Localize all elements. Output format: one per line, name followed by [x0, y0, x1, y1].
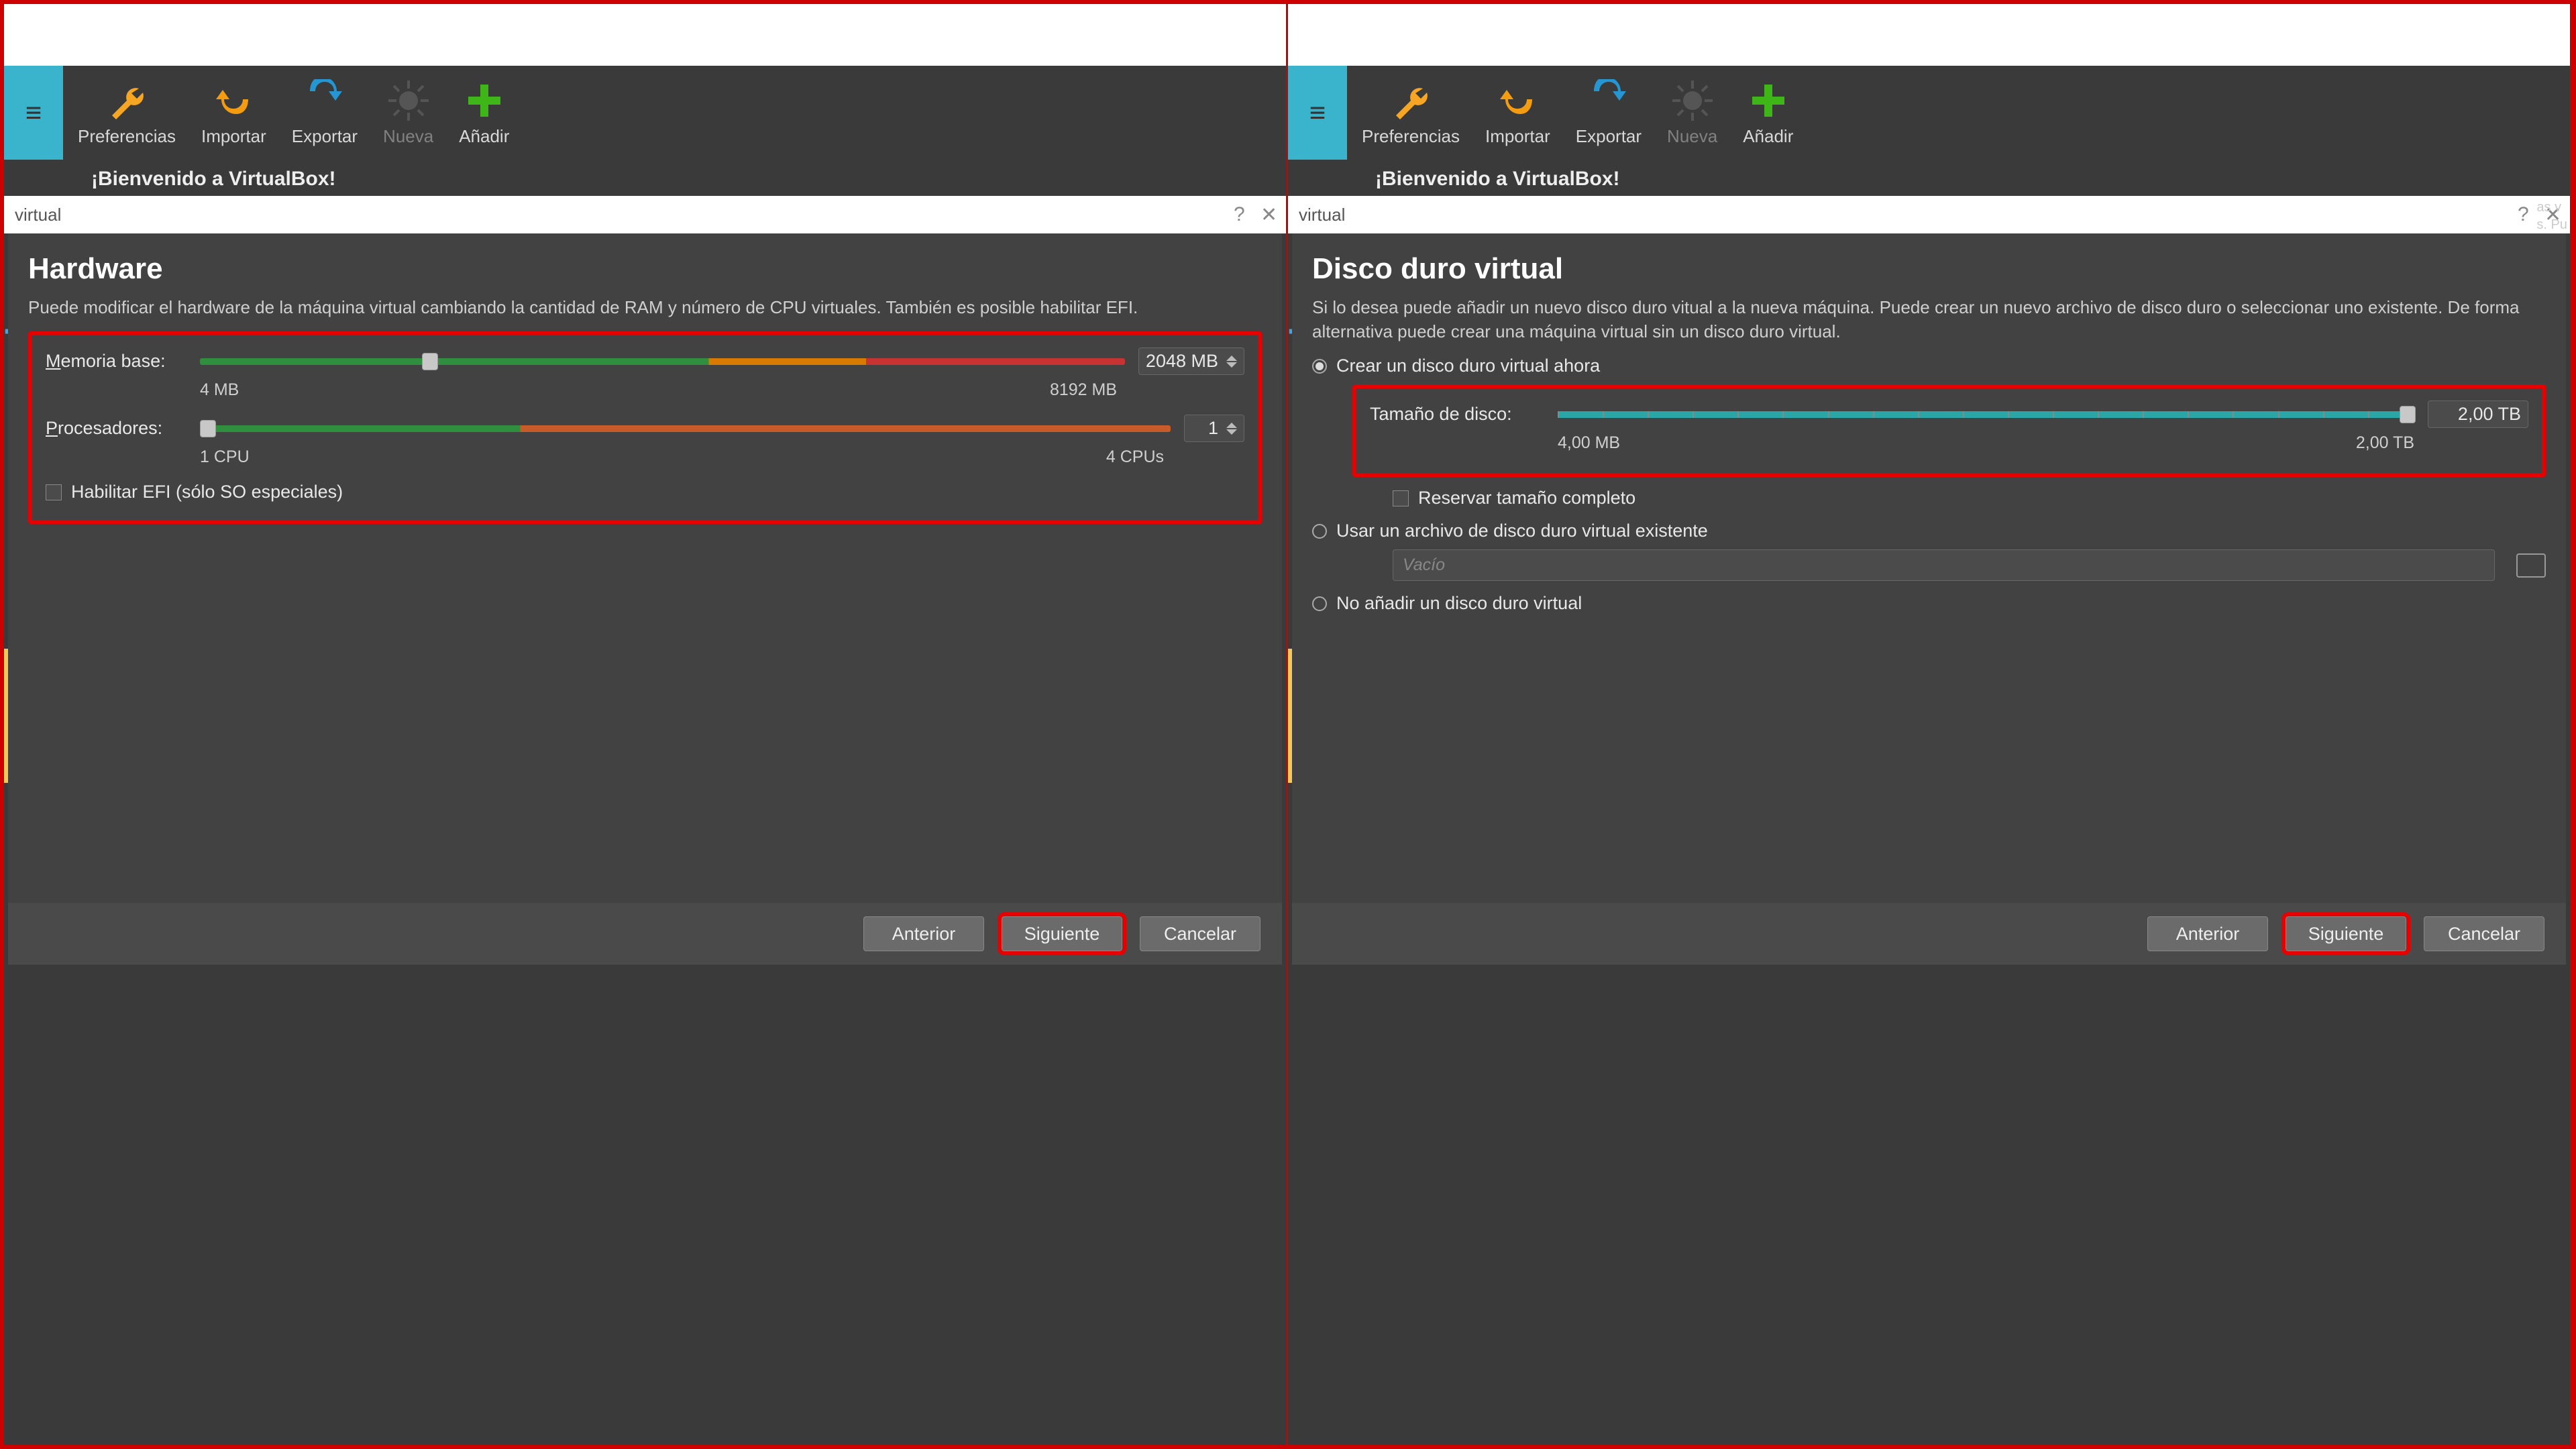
toolbar-add[interactable]: Añadir	[459, 79, 509, 147]
help-button[interactable]: ?	[1222, 203, 1248, 226]
plus-icon	[1747, 79, 1790, 122]
sidebar-handle[interactable]: ≡	[1288, 66, 1347, 160]
checkbox-icon	[46, 484, 62, 500]
next-button[interactable]: Siguiente	[1002, 916, 1122, 951]
dialog-title-text: virtual	[15, 205, 61, 225]
help-button[interactable]: ?	[2506, 203, 2532, 226]
radio-no-disk[interactable]: No añadir un disco duro virtual No añadi…	[1312, 593, 2546, 614]
disk-size-min: 4,00 MB	[1558, 433, 1620, 453]
hardware-title: Hardware	[28, 252, 1262, 286]
sun-icon	[387, 79, 430, 122]
toolbar-add-label: Añadir	[1743, 126, 1793, 147]
radio-create-disk-label: Crear un disco duro virtual ahora	[1336, 356, 1600, 376]
back-button[interactable]: Anterior	[863, 916, 984, 951]
disk-size-max: 2,00 TB	[2356, 433, 2414, 453]
toolbar-export[interactable]: Exportar	[292, 79, 358, 147]
welcome-heading: ¡Bienvenido a VirtualBox!	[1288, 160, 2570, 196]
toolbar-import[interactable]: Importar	[201, 79, 266, 147]
cancel-button[interactable]: Cancelar	[2424, 916, 2544, 951]
wrench-icon	[105, 79, 148, 122]
cpu-slider[interactable]	[200, 419, 1171, 438]
efi-checkbox-row[interactable]: Habilitar EFI (sólo SO especiales)	[46, 482, 1244, 502]
toolbar-add-label: Añadir	[459, 126, 509, 147]
hardware-desc: Puede modificar el hardware de la máquin…	[28, 295, 1262, 319]
toolbar-preferences[interactable]: Preferencias	[1362, 79, 1460, 147]
dialog-titlebar: virtual ? ✕	[1288, 196, 2570, 233]
existing-disk-select[interactable]: Vacío	[1393, 549, 2495, 581]
toolbar-import-label: Importar	[201, 126, 266, 147]
toolbar-preferences-label: Preferencias	[78, 126, 176, 147]
dialog-body-disk: Disco duro virtual Si lo desea puede aña…	[1292, 233, 2566, 965]
sidebar-handle[interactable]: ≡	[4, 66, 63, 160]
radio-icon	[1312, 524, 1327, 539]
toolbar-add[interactable]: Añadir	[1743, 79, 1793, 147]
back-button[interactable]: Anterior	[2147, 916, 2268, 951]
highlight-box: Tamaño de disco: 2,00 TB 4,00 MB 2,00 TB	[1352, 384, 2546, 477]
efi-label: Habilitar EFI (sólo SO especiales)	[71, 482, 343, 502]
toolbar-new: Nueva	[1667, 79, 1717, 147]
wrench-icon	[1389, 79, 1432, 122]
toolbar-export-label: Exportar	[1576, 126, 1642, 147]
next-button[interactable]: Siguiente	[2286, 916, 2406, 951]
radio-create-disk[interactable]: Crear un disco duro virtual ahora Crear …	[1312, 356, 2546, 376]
dialog-title-text: virtual	[1299, 205, 1345, 225]
cancel-button[interactable]: Cancelar	[1140, 916, 1260, 951]
disk-desc: Si lo desea puede añadir un nuevo disco …	[1312, 295, 2546, 343]
toolbar-preferences[interactable]: Preferencias	[78, 79, 176, 147]
cpu-min: 1 CPU	[200, 447, 250, 467]
window-top-strip	[4, 4, 1286, 66]
cpu-value-input[interactable]: 1	[1184, 415, 1244, 442]
import-icon	[212, 79, 255, 122]
reserve-full-size-label: Reservar tamaño completo	[1418, 488, 1635, 508]
toolbar-import[interactable]: Importar	[1485, 79, 1550, 147]
radio-icon	[1312, 596, 1327, 611]
dialog-body-hardware: Hardware Puede modificar el hardware de …	[8, 233, 1282, 965]
memory-max: 8192 MB	[1050, 380, 1117, 400]
toolbar-new: Nueva	[383, 79, 433, 147]
button-bar: Anterior Siguiente Cancelar	[8, 903, 1282, 965]
disk-size-value[interactable]: 2,00 TB	[2428, 400, 2528, 428]
close-button[interactable]: ✕	[1248, 203, 1275, 227]
export-icon	[303, 79, 346, 122]
sun-icon	[1671, 79, 1714, 122]
main-toolbar: Preferencias Importar Exportar Nueva Aña…	[1288, 66, 2570, 160]
memory-value-input[interactable]: 2048 MB	[1138, 347, 1244, 375]
disk-title: Disco duro virtual	[1312, 252, 2546, 286]
main-toolbar: Preferencias Importar Exportar Nueva Aña…	[4, 66, 1286, 160]
toolbar-preferences-label: Preferencias	[1362, 126, 1460, 147]
radio-use-existing-label: Usar un archivo de disco duro virtual ex…	[1336, 521, 1708, 541]
memory-slider[interactable]	[200, 352, 1125, 371]
export-icon	[1587, 79, 1630, 122]
memory-label: MMemoria base:emoria base:	[46, 351, 186, 372]
toolbar-export[interactable]: Exportar	[1576, 79, 1642, 147]
highlight-box: MMemoria base:emoria base: 2048 MB 4 MB …	[28, 331, 1262, 524]
dialog-titlebar: virtual ? ✕	[4, 196, 1286, 233]
folder-icon[interactable]	[2516, 553, 2546, 578]
cpu-max: 4 CPUs	[1106, 447, 1164, 467]
radio-icon	[1312, 359, 1327, 374]
toolbar-export-label: Exportar	[292, 126, 358, 147]
window-top-strip	[1288, 4, 2570, 66]
memory-min: 4 MB	[200, 380, 239, 400]
radio-no-disk-label: No añadir un disco duro virtual	[1336, 593, 1582, 614]
import-icon	[1496, 79, 1539, 122]
radio-use-existing[interactable]: Usar un archivo de disco duro virtual ex…	[1312, 521, 2546, 541]
disk-size-label: Tamaño de disco:	[1370, 404, 1544, 425]
welcome-heading: ¡Bienvenido a VirtualBox!	[4, 160, 1286, 196]
toolbar-import-label: Importar	[1485, 126, 1550, 147]
button-bar: Anterior Siguiente Cancelar	[1292, 903, 2566, 965]
cpu-label: Procesadores:	[46, 418, 186, 439]
disk-size-slider[interactable]	[1558, 405, 2414, 424]
toolbar-new-label: Nueva	[383, 126, 433, 147]
reserve-full-size-checkbox[interactable]: Reservar tamaño completo	[1352, 488, 2546, 508]
checkbox-icon	[1393, 490, 1409, 506]
plus-icon	[463, 79, 506, 122]
toolbar-new-label: Nueva	[1667, 126, 1717, 147]
